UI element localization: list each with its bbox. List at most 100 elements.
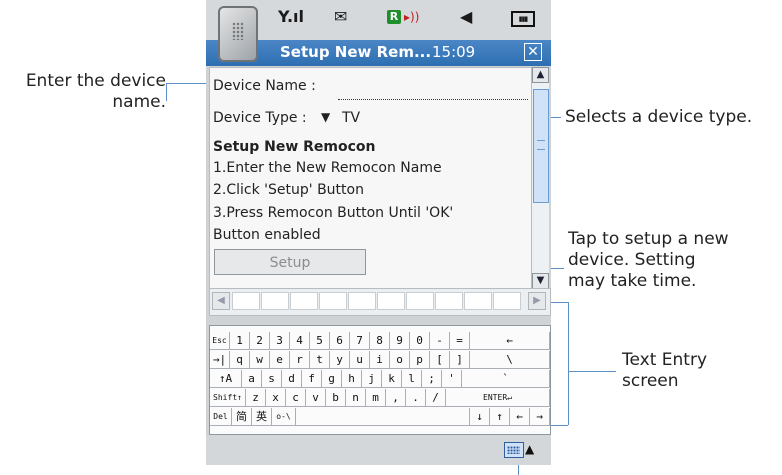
r-badge-icon[interactable]: R xyxy=(387,10,401,24)
key-1-7[interactable]: u xyxy=(350,351,370,369)
candidate-cell[interactable] xyxy=(493,292,521,310)
candidate-cell[interactable] xyxy=(319,292,347,310)
key-3-3[interactable]: c xyxy=(286,389,306,407)
device-type-label: Device Type : xyxy=(213,110,307,126)
key-0-0[interactable]: Esc xyxy=(210,332,230,350)
key-1-2[interactable]: w xyxy=(250,351,270,369)
scroll-up-icon[interactable]: ▲ xyxy=(532,67,549,83)
key-2-8[interactable]: k xyxy=(382,370,402,388)
key-4-8[interactable]: → xyxy=(530,408,550,426)
clock: 15:09 xyxy=(432,43,476,61)
key-3-4[interactable]: v xyxy=(306,389,326,407)
key-0-4[interactable]: 4 xyxy=(290,332,310,350)
key-4-7[interactable]: ← xyxy=(510,408,530,426)
key-0-6[interactable]: 6 xyxy=(330,332,350,350)
device-name-input[interactable] xyxy=(338,93,528,100)
key-1-1[interactable]: q xyxy=(230,351,250,369)
key-2-1[interactable]: a xyxy=(242,370,262,388)
callout-device-name-line2: name. xyxy=(112,92,166,112)
callout-device-type: Selects a device type. xyxy=(565,107,753,127)
key-1-10[interactable]: p xyxy=(410,351,430,369)
candidate-cell[interactable] xyxy=(435,292,463,310)
key-2-5[interactable]: g xyxy=(322,370,342,388)
device-type-dropdown-arrow[interactable]: ▼ xyxy=(321,108,330,126)
candidate-cell[interactable] xyxy=(406,292,434,310)
remote-app-icon[interactable] xyxy=(218,6,258,62)
candidate-cell[interactable] xyxy=(377,292,405,310)
keyboard-row-2: →| q w e r t y u i o p[] \ xyxy=(210,351,550,369)
keyboard-icon[interactable] xyxy=(504,442,524,458)
key-3-0[interactable]: Shift↑ xyxy=(210,389,246,407)
input-menu-arrow-icon[interactable]: ▲ xyxy=(525,442,534,456)
key-1-6[interactable]: y xyxy=(330,351,350,369)
key-2-12[interactable]: ` xyxy=(462,370,550,388)
key-0-8[interactable]: 8 xyxy=(370,332,390,350)
setup-button[interactable]: Setup xyxy=(214,249,366,275)
key-1-4[interactable]: r xyxy=(290,351,310,369)
key-2-10[interactable]: ; xyxy=(422,370,442,388)
device-type-select[interactable]: TV xyxy=(342,109,360,127)
scroll-down-icon[interactable]: ▼ xyxy=(532,273,549,289)
key-2-3[interactable]: d xyxy=(282,370,302,388)
key-4-2[interactable]: 英 xyxy=(252,408,272,426)
key-3-2[interactable]: x xyxy=(266,389,286,407)
keyboard-row-3: ↑A a s d f g h j k l; ' ` xyxy=(210,370,550,388)
key-3-7[interactable]: m xyxy=(366,389,386,407)
key-0-13[interactable]: ← xyxy=(470,332,550,350)
key-3-9[interactable]: . xyxy=(406,389,426,407)
key-4-3[interactable]: o-\ xyxy=(272,408,296,426)
key-1-13[interactable]: \ xyxy=(470,351,550,369)
key-4-0[interactable]: Del xyxy=(210,408,232,426)
candidate-cell[interactable] xyxy=(348,292,376,310)
candidate-bar[interactable]: ◀ ▶ xyxy=(209,288,551,316)
key-3-1[interactable]: z xyxy=(246,389,266,407)
key-4-5[interactable]: ↓ xyxy=(470,408,490,426)
space-key[interactable] xyxy=(296,408,470,426)
key-0-9[interactable]: 9 xyxy=(390,332,410,350)
message-icon[interactable]: ✉ xyxy=(334,8,347,26)
key-3-8[interactable]: , xyxy=(386,389,406,407)
key-4-6[interactable]: ↑ xyxy=(490,408,510,426)
key-2-0[interactable]: ↑A xyxy=(210,370,242,388)
key-2-7[interactable]: j xyxy=(362,370,382,388)
key-1-0[interactable]: →| xyxy=(210,351,230,369)
key-1-9[interactable]: o xyxy=(390,351,410,369)
key-1-8[interactable]: i xyxy=(370,351,390,369)
key-4-1[interactable]: 简 xyxy=(232,408,252,426)
candidate-cell[interactable] xyxy=(232,292,260,310)
candidate-cell[interactable] xyxy=(261,292,289,310)
key-2-2[interactable]: s xyxy=(262,370,282,388)
key-0-2[interactable]: 2 xyxy=(250,332,270,350)
device-name-label: Device Name : xyxy=(213,78,316,94)
key-1-12[interactable]: ] xyxy=(450,351,470,369)
key-0-10[interactable]: 0 xyxy=(410,332,430,350)
candidate-cell[interactable] xyxy=(290,292,318,310)
key-3-6[interactable]: n xyxy=(346,389,366,407)
key-1-3[interactable]: e xyxy=(270,351,290,369)
speaker-icon[interactable]: ◀ xyxy=(460,8,472,26)
keyboard-row-1: Esc 1 2 3 4 5 6 7 8 9 0- = ← xyxy=(210,332,550,350)
key-2-11[interactable]: ' xyxy=(442,370,462,388)
candidate-left-icon[interactable]: ◀ xyxy=(212,292,230,310)
key-0-3[interactable]: 3 xyxy=(270,332,290,350)
key-3-11[interactable]: ENTER↵ xyxy=(446,389,550,407)
vertical-scrollbar[interactable]: ▲ ▼ xyxy=(531,67,549,289)
key-3-5[interactable]: b xyxy=(326,389,346,407)
key-2-6[interactable]: h xyxy=(342,370,362,388)
device-screen: Y.ıl ✉ R ▸)) ◀ ▮▮▮ Setup New Rem... 15:0… xyxy=(206,0,551,465)
candidate-cell[interactable] xyxy=(464,292,492,310)
key-3-10[interactable]: / xyxy=(426,389,446,407)
key-0-5[interactable]: 5 xyxy=(310,332,330,350)
key-2-4[interactable]: f xyxy=(302,370,322,388)
key-0-11[interactable]: - xyxy=(430,332,450,350)
callout-device-name-line1: Enter the device xyxy=(25,71,166,91)
close-icon[interactable]: ✕ xyxy=(524,43,542,61)
key-0-1[interactable]: 1 xyxy=(230,332,250,350)
candidate-right-icon[interactable]: ▶ xyxy=(528,292,546,310)
key-1-5[interactable]: t xyxy=(310,351,330,369)
key-1-11[interactable]: [ xyxy=(430,351,450,369)
key-2-9[interactable]: l xyxy=(402,370,422,388)
key-0-12[interactable]: = xyxy=(450,332,470,350)
key-0-7[interactable]: 7 xyxy=(350,332,370,350)
scroll-thumb[interactable] xyxy=(533,89,549,203)
